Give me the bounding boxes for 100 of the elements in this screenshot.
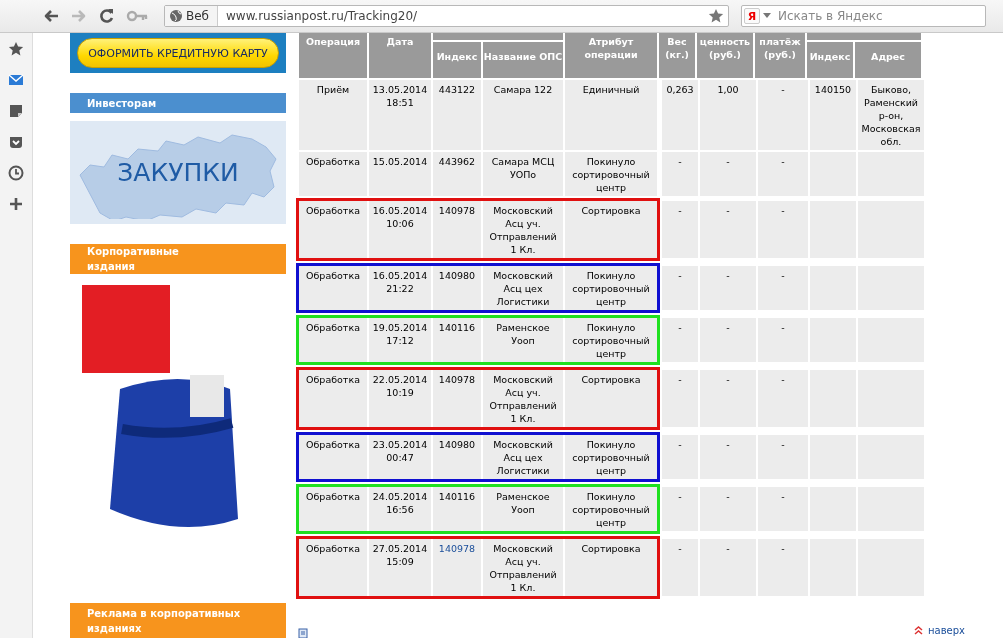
column-header: ценность (руб.)	[697, 33, 753, 78]
star-icon[interactable]	[8, 41, 24, 57]
clock-icon[interactable]	[8, 165, 24, 181]
table-cell: -	[700, 435, 756, 479]
table-cell: 140980	[433, 435, 481, 479]
table-cell: 140978	[433, 201, 481, 258]
column-header: Индекс	[807, 42, 853, 78]
search-field[interactable]: Я Искать в Яндекс	[741, 5, 986, 27]
plus-icon[interactable]	[8, 196, 24, 212]
table-cell: Обработка	[299, 539, 367, 596]
table-cell: -	[700, 266, 756, 310]
table-cell: -	[700, 201, 756, 258]
document-icon[interactable]	[298, 628, 308, 638]
reload-icon	[98, 7, 116, 25]
table-cell: Покинуло сортировочный центр	[565, 266, 657, 310]
caret-icon[interactable]	[763, 13, 771, 19]
table-cell: Московский Асц цех Логистики	[483, 266, 563, 310]
index-link[interactable]: 140978	[438, 543, 476, 554]
table-cell: 15.05.2014	[369, 152, 431, 196]
column-header: Дата	[369, 33, 431, 78]
table-cell: -	[662, 539, 698, 596]
table-cell: Самара 122	[483, 80, 563, 150]
table-cell: 140150	[810, 80, 856, 150]
search-engine-logo[interactable]: Я	[744, 8, 760, 24]
table-cell: Московский Асц уч. Отправлений 1 Кл.	[483, 201, 563, 258]
table-cell: Раменское Уооп	[483, 487, 563, 531]
table-cell: 140116	[433, 487, 481, 531]
table-cell: Московский Асц уч. Отправлений 1 Кл.	[483, 539, 563, 596]
table-cell: -	[758, 201, 808, 258]
table-cell: -	[700, 318, 756, 362]
table-cell: Московский Асц уч. Отправлений 1 Кл.	[483, 370, 563, 427]
table-cell: -	[662, 318, 698, 362]
table-cell: 140116	[433, 318, 481, 362]
table-cell: 443962	[433, 152, 481, 196]
address-bar[interactable]: Веб www.russianpost.ru/Tracking20/	[164, 5, 729, 27]
site-info-button[interactable]: Веб	[165, 6, 218, 26]
table-cell: 23.05.2014 00:47	[369, 435, 431, 479]
table-cell: -	[662, 266, 698, 310]
table-cell: 22.05.2014 10:19	[369, 370, 431, 427]
table-cell: Раменское Уооп	[483, 318, 563, 362]
table-cell: -	[758, 152, 808, 196]
table-cell: Приём	[299, 80, 367, 150]
address-url[interactable]: www.russianpost.ru/Tracking20/	[218, 9, 708, 23]
table-cell: Обработка	[299, 201, 367, 258]
table-cell: 16.05.2014 21:22	[369, 266, 431, 310]
table-cell: 19.05.2014 17:12	[369, 318, 431, 362]
table-cell: -	[758, 318, 808, 362]
back-to-top-link[interactable]: наверх	[914, 625, 965, 636]
banner-title: ЗАКУПКИ	[117, 158, 239, 187]
table-cell: -	[700, 487, 756, 531]
table-cell: Обработка	[299, 266, 367, 310]
table-cell: 443122	[433, 80, 481, 150]
table-cell: 1,00	[700, 80, 756, 150]
table-cell: 140978	[433, 370, 481, 427]
table-cell: Сортировка	[565, 370, 657, 427]
table-cell: -	[700, 539, 756, 596]
table-cell: 13.05.2014 18:51	[369, 80, 431, 150]
table-cell: 0,263	[662, 80, 698, 150]
table-cell: -	[662, 152, 698, 196]
table-cell: Самара МСЦ УОПо	[483, 152, 563, 196]
table-cell: -	[662, 201, 698, 258]
column-header: Вес (кг.)	[659, 33, 695, 78]
table-cell: Быково, Раменский р-он, Московская обл.	[858, 80, 924, 150]
table-cell: 27.05.2014 15:09	[369, 539, 431, 596]
table-cell: -	[662, 370, 698, 427]
table-cell: Обработка	[299, 487, 367, 531]
table-cell: -	[758, 539, 808, 596]
column-header: платёж (руб.)	[755, 33, 805, 78]
table-cell: -	[758, 487, 808, 531]
column-header: Атрибут операции	[565, 33, 657, 78]
table-cell: Обработка	[299, 370, 367, 427]
bookmark-star-icon[interactable]	[708, 8, 724, 24]
mail-icon[interactable]	[8, 72, 24, 88]
note-icon[interactable]	[8, 103, 24, 119]
table-cell: -	[758, 266, 808, 310]
table-cell: Обработка	[299, 435, 367, 479]
column-header: Индекс	[433, 42, 481, 78]
credit-card-button[interactable]: ОФОРМИТЬ КРЕДИТНУЮ КАРТУ	[77, 38, 279, 68]
double-chevron-up-icon	[914, 626, 923, 635]
table-cell: -	[662, 435, 698, 479]
table-cell: 140980	[433, 266, 481, 310]
table-cell: Сортировка	[565, 201, 657, 258]
table-cell: -	[758, 435, 808, 479]
table-cell: -	[662, 487, 698, 531]
globe-icon	[169, 9, 183, 23]
table-cell: Покинуло сортировочный центр	[565, 487, 657, 531]
table-cell: Обработка	[299, 152, 367, 196]
column-header: Операция	[299, 33, 367, 78]
table-cell: -	[758, 370, 808, 427]
table-cell: Покинуло сортировочный центр	[565, 435, 657, 479]
table-cell: Единичный	[565, 80, 657, 150]
table-cell: -	[700, 370, 756, 427]
tray-icon[interactable]	[8, 134, 24, 150]
table-cell: Сортировка	[565, 539, 657, 596]
table-cell: Московский Асц цех Логистики	[483, 435, 563, 479]
table-cell: 16.05.2014 10:06	[369, 201, 431, 258]
table-cell: 24.05.2014 16:56	[369, 487, 431, 531]
table-cell: Покинуло сортировочный центр	[565, 318, 657, 362]
procurement-banner[interactable]: ЗАКУПКИ	[70, 121, 286, 224]
column-header: Название ОПС	[483, 42, 563, 78]
